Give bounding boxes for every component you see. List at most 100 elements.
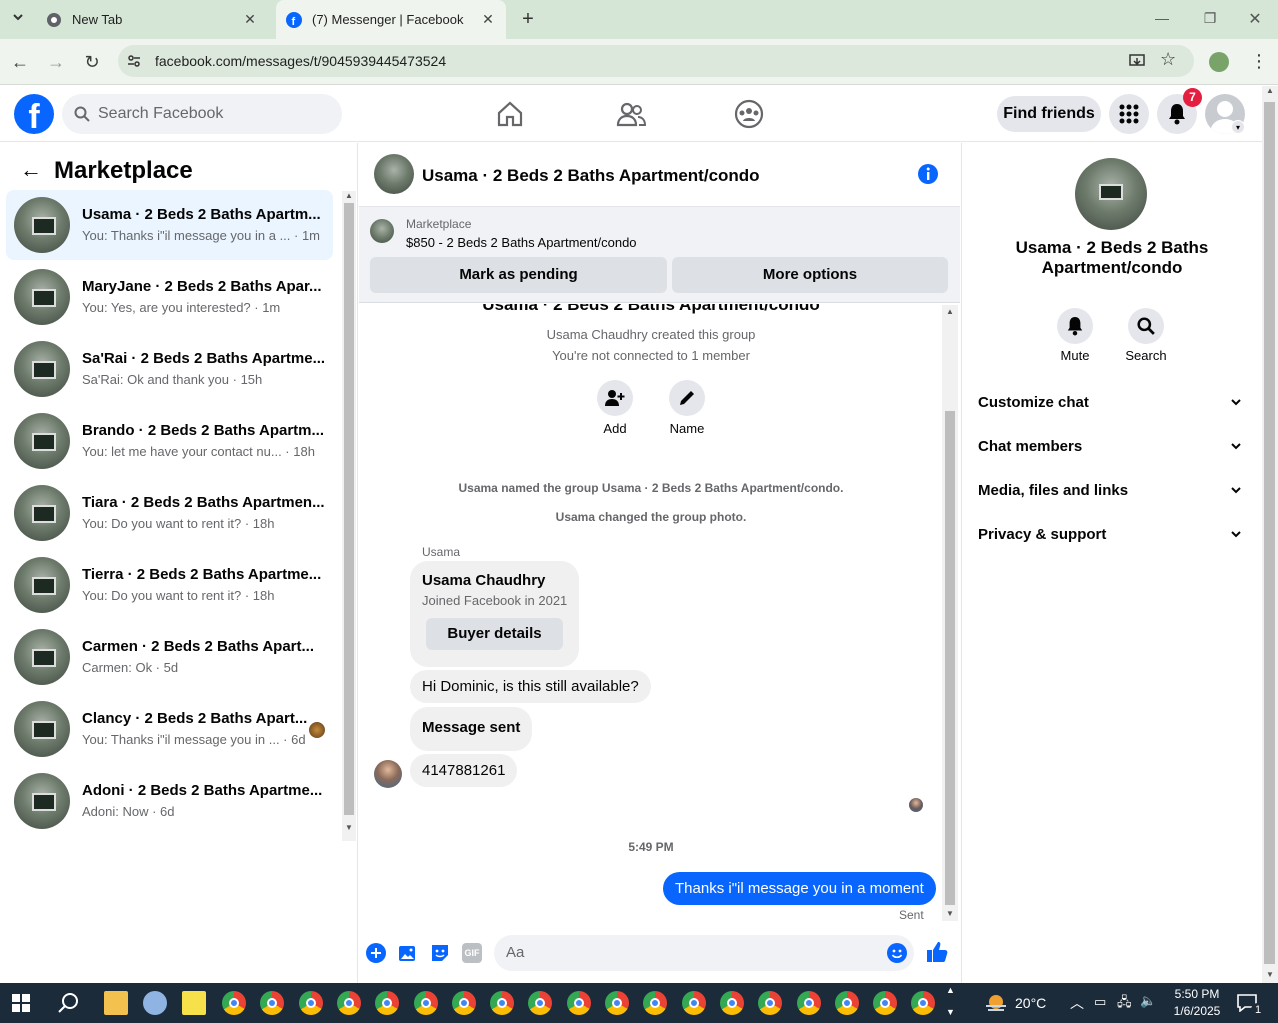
clock-time[interactable]: 5:50 PM — [1172, 987, 1222, 1001]
close-tab-icon[interactable]: ✕ — [480, 11, 496, 27]
chrome-taskbar-icon[interactable] — [336, 991, 361, 1015]
page-scrollbar[interactable]: ▲ ▼ — [1262, 86, 1278, 983]
conversation-item[interactable]: Carmen · 2 Beds 2 Baths Apart... Carmen: … — [6, 622, 333, 692]
chrome-taskbar-icon[interactable] — [222, 991, 246, 1015]
close-tab-icon[interactable]: ✕ — [242, 11, 258, 27]
conversation-item[interactable]: Clancy · 2 Beds 2 Baths Apart... You: Tha… — [6, 694, 333, 764]
menu-grid-button[interactable] — [1109, 94, 1149, 134]
chat-group-avatar[interactable] — [374, 154, 414, 194]
listing-thumbnail[interactable] — [370, 219, 394, 243]
sender-avatar[interactable] — [374, 760, 402, 788]
network-icon[interactable]: 🖧 — [1117, 993, 1132, 1015]
chrome-taskbar-icon[interactable] — [758, 991, 783, 1015]
site-info-icon[interactable] — [126, 53, 142, 69]
sticker-icon[interactable] — [430, 943, 450, 963]
bookmark-star-icon[interactable]: ☆ — [1160, 49, 1176, 70]
facebook-search-input[interactable]: Search Facebook — [62, 94, 342, 134]
chrome-taskbar-icon[interactable] — [605, 991, 629, 1015]
thumbs-up-icon[interactable] — [926, 941, 948, 963]
message-bubble[interactable]: 4147881261 — [410, 754, 518, 787]
chrome-taskbar-icon[interactable] — [796, 991, 821, 1015]
volume-icon[interactable]: 🔈 — [1140, 993, 1156, 1009]
info-section-row[interactable]: Media, files and links — [978, 471, 1248, 511]
url-text[interactable]: facebook.com/messages/t/9045939445473524 — [155, 53, 446, 69]
chrome-taskbar-icon[interactable] — [911, 991, 936, 1015]
chrome-taskbar-icon[interactable] — [375, 991, 400, 1015]
new-tab-button[interactable]: + — [516, 8, 540, 32]
taskbar-scroll-down[interactable]: ▼ — [946, 1007, 955, 1017]
mute-button[interactable] — [1057, 308, 1093, 344]
sticky-notes-icon[interactable] — [182, 991, 206, 1015]
menu-kebab-icon[interactable]: ⋮ — [1250, 51, 1268, 72]
profile-avatar[interactable] — [1209, 52, 1229, 72]
paint-icon[interactable] — [143, 991, 167, 1015]
tab-messenger[interactable]: f (7) Messenger | Facebook ✕ — [276, 0, 506, 39]
meet-icon[interactable]: ▭ — [1094, 994, 1106, 1010]
back-button[interactable]: ← — [8, 50, 32, 74]
message-bubble[interactable]: Hi Dominic, is this still available? — [410, 670, 651, 703]
taskbar-search-icon[interactable] — [58, 992, 80, 1014]
plus-circle-icon[interactable] — [366, 943, 386, 963]
chrome-taskbar-icon[interactable] — [451, 991, 476, 1015]
find-friends-button[interactable]: Find friends — [997, 96, 1101, 132]
chrome-taskbar-icon[interactable] — [834, 991, 859, 1015]
chrome-taskbar-icon[interactable] — [643, 991, 668, 1015]
friends-icon[interactable] — [615, 98, 647, 130]
taskbar-scroll-up[interactable]: ▲ — [946, 985, 955, 995]
file-explorer-icon[interactable] — [104, 991, 128, 1015]
photo-icon[interactable] — [398, 943, 418, 963]
chrome-taskbar-icon[interactable] — [873, 991, 898, 1015]
minimize-button[interactable]: — — [1152, 10, 1172, 30]
close-window-button[interactable]: ✕ — [1245, 9, 1265, 29]
show-hidden-icons[interactable]: ︿ — [1070, 993, 1084, 1013]
search-chat-button[interactable] — [1128, 308, 1164, 344]
conversation-item[interactable]: Tierra · 2 Beds 2 Baths Apartme... You: D… — [6, 550, 333, 620]
listing-title[interactable]: $850 - 2 Beds 2 Baths Apartment/condo — [406, 235, 637, 250]
conversation-item[interactable]: Brando · 2 Beds 2 Baths Apartm... You: le… — [6, 406, 333, 476]
chrome-taskbar-icon[interactable] — [260, 991, 285, 1015]
clock-date[interactable]: 1/6/2025 — [1170, 1004, 1224, 1018]
name-group-button[interactable] — [669, 380, 705, 416]
chrome-taskbar-icon[interactable] — [528, 991, 553, 1015]
temperature[interactable]: 20°C — [1015, 995, 1046, 1011]
my-message-bubble[interactable]: Thanks i"il message you in a moment — [663, 872, 936, 905]
address-bar[interactable]: facebook.com/messages/t/9045939445473524… — [118, 45, 1194, 77]
back-arrow-icon[interactable]: ← — [20, 157, 42, 183]
home-icon[interactable] — [494, 98, 526, 130]
conversation-item[interactable]: Tiara · 2 Beds 2 Baths Apartmen... You: D… — [6, 478, 333, 548]
install-app-icon[interactable] — [1128, 52, 1146, 70]
tab-new-tab[interactable]: New Tab ✕ — [36, 0, 268, 39]
info-section-row[interactable]: Privacy & support — [978, 515, 1248, 555]
info-section-row[interactable]: Chat members — [978, 427, 1248, 467]
mark-as-pending-button[interactable]: Mark as pending — [370, 257, 667, 293]
conversation-item[interactable]: Usama · 2 Beds 2 Baths Apartm... You: Tha… — [6, 190, 333, 260]
restore-button[interactable]: ❐ — [1200, 10, 1220, 30]
group-photo[interactable] — [1075, 158, 1147, 230]
groups-icon[interactable] — [733, 98, 765, 130]
chrome-taskbar-icon[interactable] — [566, 991, 591, 1015]
chrome-taskbar-icon[interactable] — [413, 991, 438, 1015]
more-options-button[interactable]: More options — [672, 257, 948, 293]
message-bubble[interactable]: Message sent — [410, 707, 533, 751]
info-section-row[interactable]: Customize chat — [978, 383, 1248, 423]
buyer-details-button[interactable]: Buyer details — [426, 618, 563, 650]
conversation-item[interactable]: Sa'Rai · 2 Beds 2 Baths Apartme... Sa'Rai… — [6, 334, 333, 404]
chrome-taskbar-icon[interactable] — [490, 991, 515, 1015]
chrome-taskbar-icon[interactable] — [298, 991, 323, 1015]
facebook-logo[interactable]: f — [14, 94, 54, 134]
left-scrollbar[interactable]: ▲ ▼ — [342, 191, 356, 841]
tab-search-button[interactable] — [6, 8, 30, 30]
emoji-icon[interactable] — [887, 943, 907, 963]
chrome-taskbar-icon[interactable] — [681, 991, 706, 1015]
conversation-item[interactable]: MaryJane · 2 Beds 2 Baths Apar... You: Ye… — [6, 262, 333, 332]
message-input[interactable]: Aa — [494, 935, 914, 971]
account-chevron-icon[interactable]: ▾ — [1231, 120, 1245, 134]
chat-scrollbar[interactable]: ▲ ▼ — [942, 305, 958, 921]
forward-button[interactable]: → — [44, 50, 68, 74]
add-member-button[interactable] — [597, 380, 633, 416]
chrome-taskbar-icon[interactable] — [719, 991, 744, 1015]
gif-button[interactable]: GIF — [462, 943, 482, 963]
chat-title[interactable]: Usama · 2 Beds 2 Baths Apartment/condo — [422, 166, 760, 186]
info-icon[interactable] — [917, 163, 939, 185]
conversation-item[interactable]: Adoni · 2 Beds 2 Baths Apartme... Adoni: … — [6, 766, 333, 836]
